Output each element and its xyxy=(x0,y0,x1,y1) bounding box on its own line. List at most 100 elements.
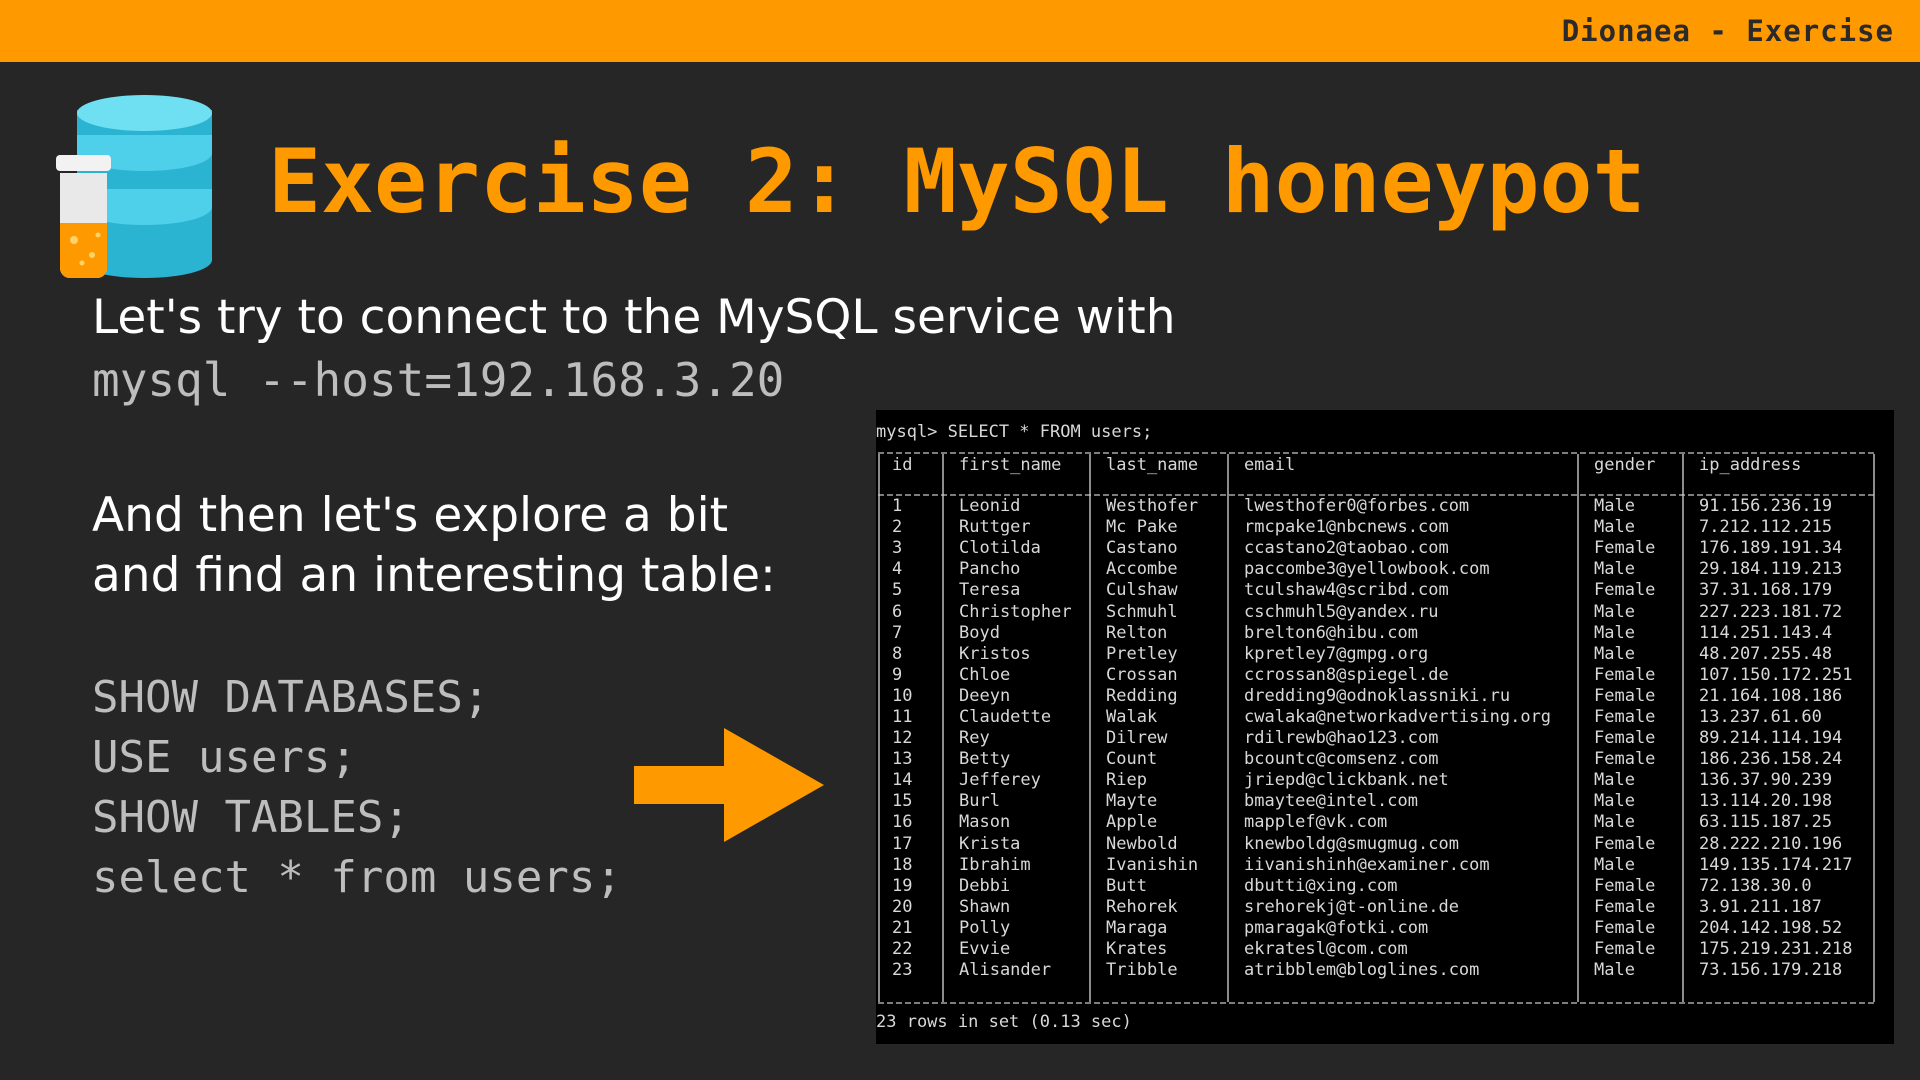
column-header-gender: gender xyxy=(1594,455,1656,475)
table-row: 18 Ibrahim Ivanishin iivanishinh@examiner.c… xyxy=(876,855,1894,876)
column-header-first-name: first_name xyxy=(959,455,1062,475)
table-cell: 7.212.112.215 xyxy=(1699,517,1833,538)
table-cell: ccastano2@taobao.com xyxy=(1244,538,1449,559)
table-row: 22 Evvie Krates ekratesl@com.com Female 175.2… xyxy=(876,939,1894,960)
table-cell: tculshaw4@scribd.com xyxy=(1244,580,1449,601)
table-cell: 14 xyxy=(892,770,913,791)
table-cell: Apple xyxy=(1106,812,1158,833)
table-cell: 89.214.114.194 xyxy=(1699,728,1843,749)
table-cell: 149.135.174.217 xyxy=(1699,854,1853,875)
table-cell: Ibrahim xyxy=(959,854,1031,875)
table-cell: 10 xyxy=(892,685,913,706)
column-header-email: email xyxy=(1244,455,1296,475)
table-cell: 5 xyxy=(892,580,903,601)
table-cell: brelton6@hibu.com xyxy=(1244,622,1418,643)
table-cell: bmaytee@intel.com xyxy=(1244,791,1418,812)
header-title: Dionaea - Exercise xyxy=(1561,14,1894,48)
table-cell: Tribble xyxy=(1106,960,1178,981)
table-cell: Westhofer xyxy=(1106,496,1199,517)
sql-line: SHOW DATABASES; xyxy=(92,672,490,723)
table-cell: Female xyxy=(1594,896,1656,917)
table-cell: 20 xyxy=(892,896,913,917)
table-cell: 136.37.90.239 xyxy=(1699,770,1833,791)
table-cell: Krates xyxy=(1106,939,1168,960)
sql-line: USE users; xyxy=(92,732,357,783)
table-cell: Mason xyxy=(959,812,1011,833)
table-row: 14 Jefferey Riep jriepd@clickbank.net Male 13… xyxy=(876,770,1894,791)
table-row: 12 Rey Dilrew rdilrewb@hao123.com Female 89.2… xyxy=(876,728,1894,749)
table-cell: Female xyxy=(1594,939,1656,960)
page-title: Exercise 2: MySQL honeypot xyxy=(268,130,1646,233)
table-cell: Crossan xyxy=(1106,664,1178,685)
table-row: 7 Boyd Relton brelton6@hibu.com Male 114.251.… xyxy=(876,623,1894,644)
table-cell: 11 xyxy=(892,706,913,727)
terminal-screenshot: mysql> SELECT * FROM users; id first_nam… xyxy=(876,410,1894,1044)
table-cell: Female xyxy=(1594,875,1656,896)
table-cell: Ruttger xyxy=(959,517,1031,538)
table-cell: 15 xyxy=(892,791,913,812)
table-cell: 175.219.231.218 xyxy=(1699,939,1853,960)
table-cell: 3 xyxy=(892,538,903,559)
table-cell: 186.236.158.24 xyxy=(1699,749,1843,770)
table-cell: Male xyxy=(1594,517,1635,538)
table-cell: Betty xyxy=(959,749,1011,770)
table-row: 19 Debbi Butt dbutti@xing.com Female 72.138.3… xyxy=(876,876,1894,897)
table-cell: Evvie xyxy=(959,939,1011,960)
table-cell: 107.150.172.251 xyxy=(1699,664,1853,685)
table-cell: srehorekj@t-online.de xyxy=(1244,896,1459,917)
table-cell: Clotilda xyxy=(959,538,1041,559)
table-cell: Walak xyxy=(1106,706,1158,727)
table-row: 23 Alisander Tribble atribblem@bloglines.co… xyxy=(876,960,1894,981)
table-cell: Female xyxy=(1594,917,1656,938)
table-cell: Shawn xyxy=(959,896,1011,917)
table-cell: 204.142.198.52 xyxy=(1699,917,1843,938)
table-cell: 2 xyxy=(892,517,903,538)
table-cell: Leonid xyxy=(959,496,1021,517)
column-header-ip-address: ip_address xyxy=(1699,455,1802,475)
table-cell: Male xyxy=(1594,812,1635,833)
table-cell: 22 xyxy=(892,939,913,960)
table-cell: 21 xyxy=(892,917,913,938)
table-cell: jriepd@clickbank.net xyxy=(1244,770,1449,791)
table-cell: dbutti@xing.com xyxy=(1244,875,1398,896)
table-cell: Maraga xyxy=(1106,917,1168,938)
table-cell: kpretley7@gmpg.org xyxy=(1244,643,1429,664)
table-cell: cwalaka@networkadvertising.org xyxy=(1244,706,1552,727)
table-cell: Female xyxy=(1594,580,1656,601)
table-cell: Female xyxy=(1594,706,1656,727)
table-cell: paccombe3@yellowbook.com xyxy=(1244,559,1490,580)
table-cell: Mc Pake xyxy=(1106,517,1178,538)
table-cell: 91.156.236.19 xyxy=(1699,496,1833,517)
table-cell: Male xyxy=(1594,791,1635,812)
table-row: 3 Clotilda Castano ccastano2@taobao.com Fema… xyxy=(876,538,1894,559)
table-cell: 13.114.20.198 xyxy=(1699,791,1833,812)
table-row: 9 Chloe Crossan ccrossan8@spiegel.de Female 1… xyxy=(876,665,1894,686)
table-cell: bcountc@comsenz.com xyxy=(1244,749,1439,770)
table-row: 2 Ruttger Mc Pake rmcpake1@nbcnews.com Male 7… xyxy=(876,517,1894,538)
table-cell: Female xyxy=(1594,685,1656,706)
table-cell: Male xyxy=(1594,960,1635,981)
table-cell: 176.189.191.34 xyxy=(1699,538,1843,559)
table-cell: Butt xyxy=(1106,875,1147,896)
sql-commands: SHOW DATABASES; USE users; SHOW TABLES; … xyxy=(92,668,622,908)
table-cell: Male xyxy=(1594,622,1635,643)
table-cell: mapplef@vk.com xyxy=(1244,812,1388,833)
table-cell: Chloe xyxy=(959,664,1011,685)
table-cell: Female xyxy=(1594,749,1656,770)
intro-text: Let's try to connect to the MySQL servic… xyxy=(92,290,1176,345)
table-row: 6 Christopher Schmuhl cschmuhl5@yandex.ru Ma… xyxy=(876,601,1894,622)
top-bar: Dionaea - Exercise xyxy=(0,0,1920,62)
terminal-footer: 23 rows in set (0.13 sec) xyxy=(876,1012,1132,1032)
table-cell: Dilrew xyxy=(1106,728,1168,749)
table-cell: Deeyn xyxy=(959,685,1011,706)
table-cell: ekratesl@com.com xyxy=(1244,939,1408,960)
table-cell: rdilrewb@hao123.com xyxy=(1244,728,1439,749)
table-cell: 4 xyxy=(892,559,903,580)
table-cell: cschmuhl5@yandex.ru xyxy=(1244,601,1439,622)
table-cell: dredding9@odnoklassniki.ru xyxy=(1244,685,1511,706)
table-cell: rmcpake1@nbcnews.com xyxy=(1244,517,1449,538)
table-cell: Teresa xyxy=(959,580,1021,601)
table-cell: Schmuhl xyxy=(1106,601,1178,622)
table-row: 20 Shawn Rehorek srehorekj@t-online.de Femal… xyxy=(876,897,1894,918)
table-cell: 28.222.210.196 xyxy=(1699,833,1843,854)
